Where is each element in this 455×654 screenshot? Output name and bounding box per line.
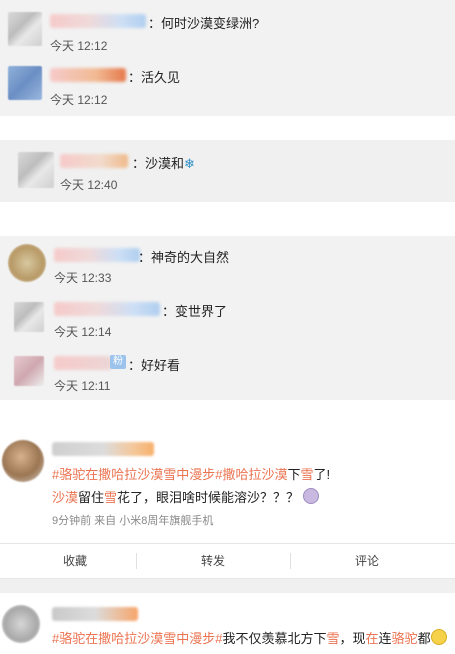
comment-text: ：活久见 <box>128 70 181 85</box>
repost-button[interactable]: 转发 <box>138 544 288 578</box>
username-blur[interactable] <box>54 356 112 370</box>
post-text-line-1: #骆驼在撒哈拉沙漠雪中漫步#我不仅羡慕北方下雪，现在连骆驼都 <box>52 628 447 647</box>
username-blur[interactable] <box>54 302 160 316</box>
comment-text: ：沙漠和❄ <box>132 153 195 172</box>
text-span: 连 <box>378 631 392 646</box>
avatar[interactable] <box>8 244 46 282</box>
divider <box>136 553 137 569</box>
text-span: 都 <box>417 631 431 646</box>
comment-time: 今天 12:33 <box>54 271 112 285</box>
comment-time: 今天 12:11 <box>54 379 111 393</box>
fan-badge: 粉 <box>110 355 126 369</box>
comment-block-2: ：沙漠和❄ 今天 12:40 <box>0 140 455 202</box>
keyword-highlight: 雪 <box>326 631 340 646</box>
keyword-highlight: 骆驼 <box>391 631 418 646</box>
hashtag-link[interactable]: #骆驼在撒哈拉沙漠雪中漫步 <box>52 631 215 646</box>
username-blur[interactable] <box>54 248 140 262</box>
keyword-highlight: 在 <box>365 631 379 646</box>
post-text-line-1: #骆驼在撒哈拉沙漠雪中漫步#撒哈拉沙漠下雪了! <box>52 464 330 483</box>
comment-item[interactable]: ：沙漠和❄ 今天 12:40 <box>0 144 455 198</box>
comment-block-3: ：神奇的大自然 今天 12:33 ：变世界了 今天 12:14 粉 ：好好看 今… <box>0 236 455 400</box>
snowflake-icon: ❄ <box>184 156 195 171</box>
face-emoji-icon <box>430 629 447 645</box>
avatar[interactable] <box>18 152 54 188</box>
username-blur[interactable] <box>50 14 146 28</box>
avatar[interactable] <box>2 440 44 482</box>
hashtag-link[interactable]: #骆驼在撒哈拉沙漠雪中漫步 <box>52 467 215 482</box>
comment-time: 今天 12:12 <box>50 39 108 53</box>
comment-button[interactable]: 评论 <box>292 544 442 578</box>
comment-text: ：何时沙漠变绿洲? <box>148 16 260 31</box>
username-blur[interactable] <box>52 607 138 621</box>
post-card: #骆驼在撒哈拉沙漠雪中漫步#撒哈拉沙漠下雪了! 沙漠留住雪花了，眼泪啥时候能溶沙… <box>0 400 455 543</box>
comment-text: ：神奇的大自然 <box>138 250 230 265</box>
crying-emoji-icon <box>302 488 319 504</box>
username-blur[interactable] <box>52 442 154 456</box>
comment-time: 今天 12:14 <box>54 325 112 339</box>
spacer <box>0 579 455 593</box>
avatar[interactable] <box>14 356 44 386</box>
post-meta: 9分钟前 来自 小米8周年旗舰手机 <box>52 515 214 527</box>
comment-time: 今天 12:40 <box>60 178 118 192</box>
text-span: 花了，眼泪啥时候能溶沙？？？ <box>117 490 300 505</box>
username-blur[interactable] <box>50 68 126 82</box>
comment-item[interactable]: ：何时沙漠变绿洲? 今天 12:12 <box>0 6 455 60</box>
hashtag-link[interactable]: #撒哈拉沙漠 <box>215 467 287 482</box>
avatar[interactable] <box>8 12 42 46</box>
username-blur[interactable] <box>60 154 128 168</box>
keyword-highlight: 雪 <box>300 467 314 482</box>
avatar[interactable] <box>8 66 42 100</box>
comment-item[interactable]: 粉 ：好好看 今天 12:11 <box>0 350 455 404</box>
comment-item[interactable]: ：活久见 今天 12:12 <box>0 60 455 114</box>
spacer <box>0 202 455 236</box>
text-span: 了! <box>313 467 331 482</box>
keyword-highlight: 雪 <box>104 490 118 505</box>
post-text-line-2: 沙漠留住雪花了，眼泪啥时候能溶沙？？？ <box>52 487 319 506</box>
spacer <box>0 116 455 140</box>
comment-time: 今天 12:12 <box>50 93 108 107</box>
comment-item[interactable]: ：变世界了 今天 12:14 <box>0 296 455 350</box>
avatar[interactable] <box>2 605 40 643</box>
collect-button[interactable]: 收藏 <box>0 544 150 578</box>
keyword-highlight: 沙漠 <box>52 490 79 505</box>
divider <box>290 553 291 569</box>
post-card: #骆驼在撒哈拉沙漠雪中漫步#我不仅羡慕北方下雪，现在连骆驼都 <box>0 593 455 654</box>
text-span: 下 <box>287 467 301 482</box>
comment-text-body: ：沙漠和 <box>132 156 185 171</box>
avatar[interactable] <box>14 302 44 332</box>
text-span: ，现 <box>339 631 366 646</box>
text-span: 留住 <box>78 490 105 505</box>
comment-text: ：好好看 <box>128 358 181 373</box>
text-span: 我不仅羡慕北方下 <box>222 631 327 646</box>
comment-text: ：变世界了 <box>162 304 228 319</box>
post-action-bar: 收藏 转发 评论 <box>0 543 455 579</box>
comment-block-1: ：何时沙漠变绿洲? 今天 12:12 ：活久见 今天 12:12 <box>0 0 455 116</box>
comment-item[interactable]: ：神奇的大自然 今天 12:33 <box>0 240 455 294</box>
